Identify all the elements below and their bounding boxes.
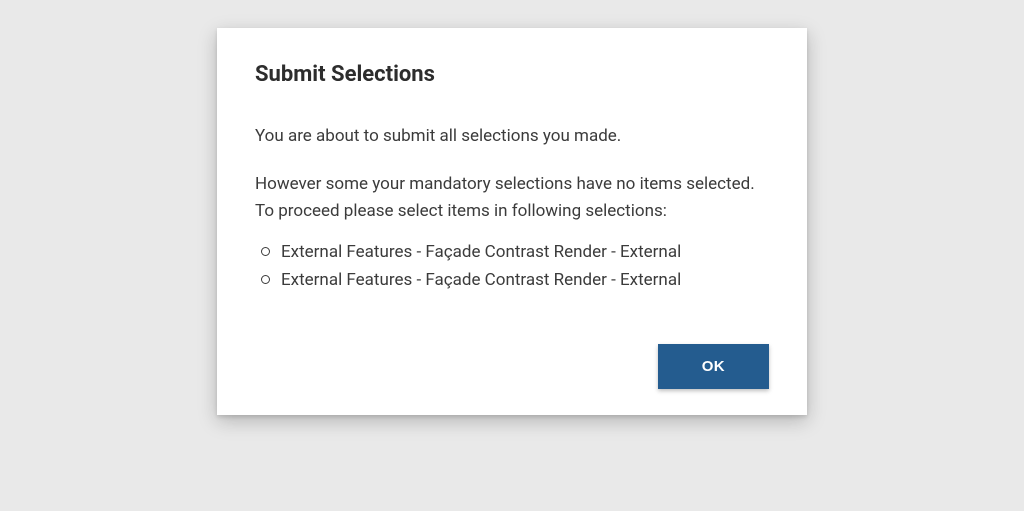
dialog-intro-text: You are about to submit all selections y…	[255, 123, 769, 149]
list-item: External Features - Façade Contrast Rend…	[261, 238, 769, 266]
dialog-body: You are about to submit all selections y…	[255, 123, 769, 344]
ok-button[interactable]: OK	[658, 344, 769, 389]
dialog-warning-text: However some your mandatory selections h…	[255, 171, 769, 224]
list-item: External Features - Façade Contrast Rend…	[261, 266, 769, 294]
missing-selections-list: External Features - Façade Contrast Rend…	[255, 238, 769, 294]
dialog-footer: OK	[255, 344, 769, 389]
dialog-title: Submit Selections	[255, 62, 769, 87]
submit-selections-dialog: Submit Selections You are about to submi…	[217, 28, 807, 415]
